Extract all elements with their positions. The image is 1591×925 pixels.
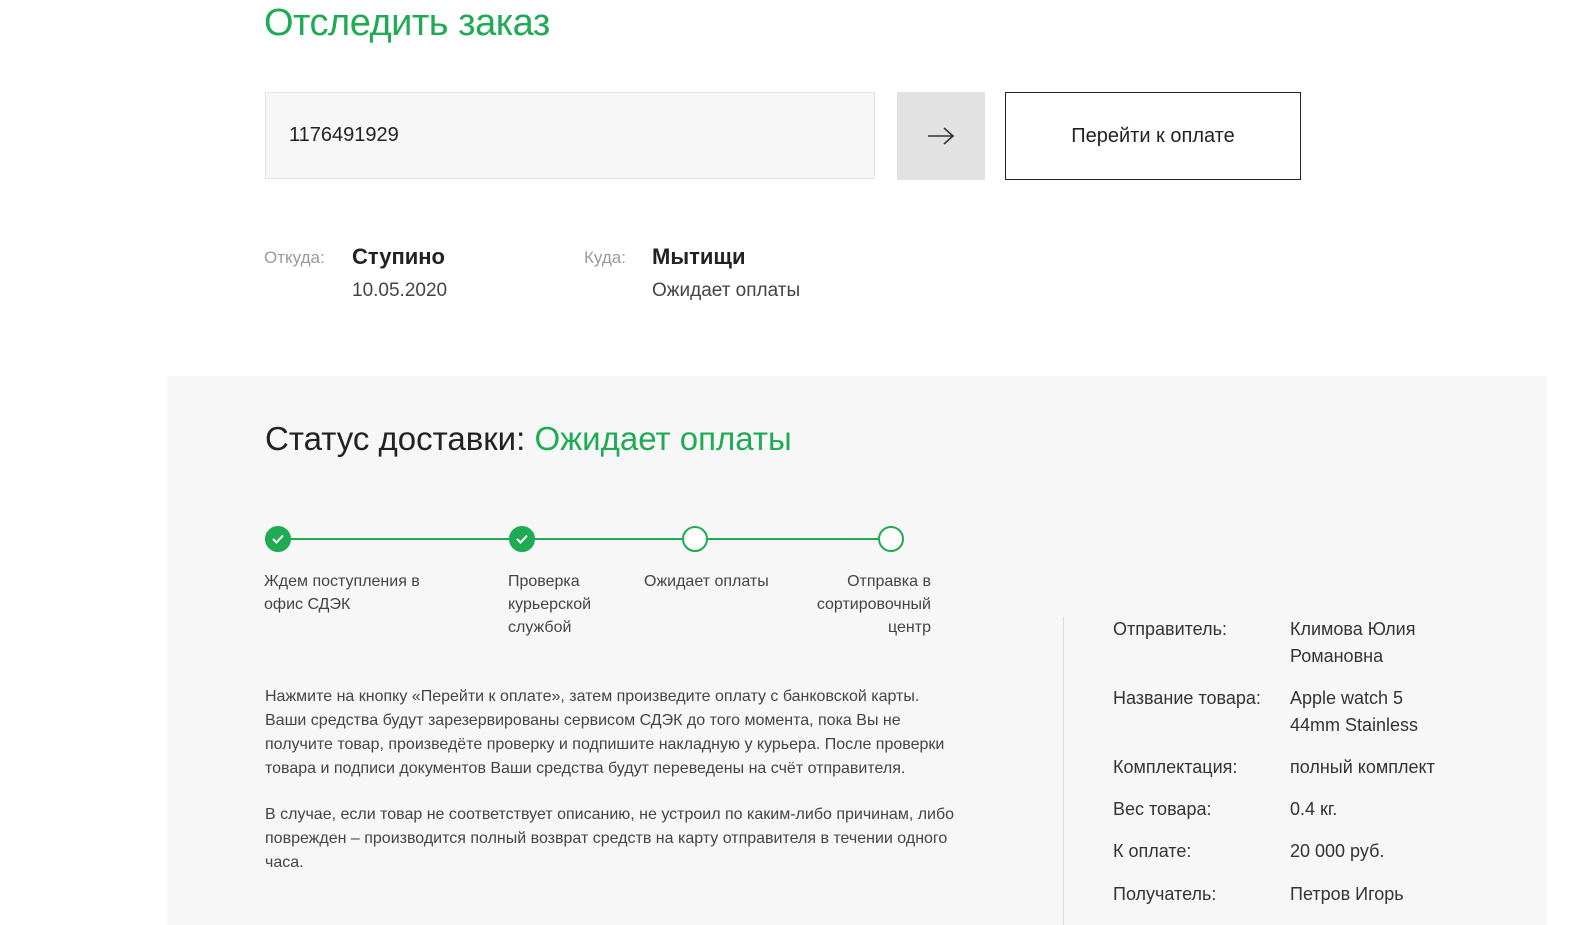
details-divider	[1063, 617, 1064, 925]
detail-key-kit: Комплектация:	[1113, 757, 1238, 777]
payment-instructions: Нажмите на кнопку «Перейти к оплате», за…	[265, 688, 945, 777]
page: Отследить заказ Перейти к оплате Откуда:…	[0, 0, 1591, 925]
detail-value-recipient: Петров Игорь	[1290, 884, 1404, 904]
step-dot-2	[509, 526, 535, 552]
refund-info: В случае, если товар не соответствует оп…	[265, 806, 955, 871]
checkmark-icon	[272, 534, 284, 544]
detail-value-amount: 20 000 руб.	[1290, 841, 1385, 861]
tracking-number-input[interactable]	[265, 92, 875, 179]
to-label: Куда:	[584, 248, 626, 267]
detail-key-recipient: Получатель:	[1113, 884, 1217, 904]
detail-key-weight: Вес товара:	[1113, 799, 1212, 819]
go-to-payment-button[interactable]: Перейти к оплате	[1005, 92, 1301, 180]
step-label-4: Отправка в сортировочный центр	[816, 573, 931, 636]
status-value: Ожидает оплаты	[534, 420, 792, 457]
arrow-right-icon	[928, 127, 955, 145]
step-dot-1	[265, 526, 291, 552]
status-heading-label: Статус доставки:	[265, 420, 526, 457]
detail-key-amount: К оплате:	[1113, 841, 1192, 861]
detail-value-weight: 0.4 кг.	[1290, 799, 1338, 819]
page-title: Отследить заказ	[264, 2, 550, 44]
delivery-status-heading: Статус доставки: Ожидает оплаты	[265, 420, 792, 458]
detail-value-product: Apple watch 5 44mm Stainless	[1290, 688, 1419, 735]
step-dot-3	[682, 526, 708, 552]
to-city: Мытищи	[652, 244, 746, 269]
step-label-2: Проверка курьерской службой	[508, 573, 592, 636]
from-city: Ступино	[352, 244, 445, 269]
progress-line	[278, 538, 890, 540]
from-date: 10.05.2020	[352, 280, 448, 301]
detail-value-sender: Климова Юлия Романовна	[1290, 619, 1416, 666]
checkmark-icon	[516, 534, 528, 544]
detail-key-product: Название товара:	[1113, 688, 1261, 708]
step-dot-4	[878, 526, 904, 552]
track-submit-button[interactable]	[897, 92, 985, 180]
to-status: Ожидает оплаты	[652, 280, 801, 301]
detail-key-sender: Отправитель:	[1113, 619, 1227, 639]
step-label-1: Ждем поступления в офис СДЭК	[264, 573, 420, 613]
from-label: Откуда:	[264, 248, 325, 267]
detail-value-kit: полный комплект	[1290, 757, 1435, 777]
step-label-3: Ожидает оплаты	[644, 573, 769, 590]
